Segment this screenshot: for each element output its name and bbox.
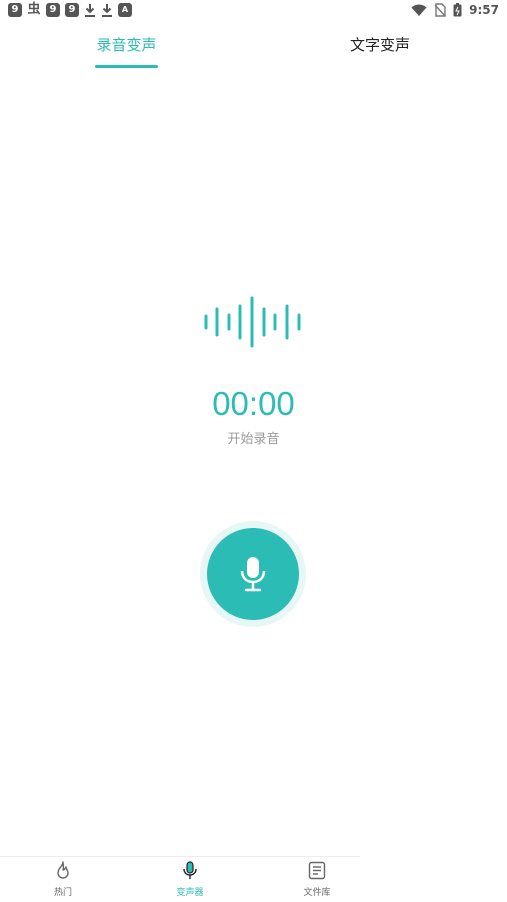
tab-label: 录音变声 xyxy=(96,36,157,54)
system-icons: 9:57 xyxy=(411,3,499,17)
nav-item-file-library[interactable]: 文件库 xyxy=(287,861,347,898)
tab-label: 文字变声 xyxy=(350,36,411,54)
nav-item-hot[interactable]: 热门 xyxy=(33,861,93,898)
tab-text-voice-change[interactable]: 文字变声 xyxy=(350,30,410,70)
record-button[interactable] xyxy=(207,528,299,620)
bug-notification-icon: 虫 xyxy=(27,2,41,17)
app-notification-icon: A xyxy=(118,3,132,17)
tab-record-voice-change[interactable]: 录音变声 xyxy=(95,30,158,70)
microphone-icon xyxy=(240,557,266,592)
waveform-icon xyxy=(204,296,301,348)
download-icon xyxy=(102,4,112,17)
clock: 9:57 xyxy=(469,3,499,17)
recording-timer: 00:00 xyxy=(212,385,295,422)
nav-item-voice-changer[interactable]: 变声器 xyxy=(160,861,220,898)
nav-label: 变声器 xyxy=(176,888,204,898)
no-sim-icon xyxy=(434,3,446,17)
bottom-navigation: 热门 变声器 文件库 xyxy=(0,856,360,902)
app-notification-icon: 9 xyxy=(8,3,22,17)
document-icon xyxy=(308,861,326,880)
flame-icon xyxy=(57,861,69,879)
status-bar: 9 虫 9 9 A 9:57 xyxy=(0,0,507,22)
app-notification-icon: 9 xyxy=(46,3,60,17)
top-tabs: 录音变声 文字变声 xyxy=(0,30,507,70)
record-button-halo xyxy=(200,521,306,627)
microphone-icon xyxy=(183,861,197,879)
battery-icon xyxy=(453,3,462,17)
app-notification-icon: 9 xyxy=(65,3,79,17)
nav-label: 热门 xyxy=(53,888,72,898)
active-tab-indicator xyxy=(95,65,158,68)
nav-label: 文件库 xyxy=(303,888,331,898)
wifi-icon xyxy=(411,4,427,16)
download-icon xyxy=(85,4,95,17)
notification-icons: 9 虫 9 9 A xyxy=(8,3,132,17)
start-recording-hint: 开始录音 xyxy=(227,432,280,447)
